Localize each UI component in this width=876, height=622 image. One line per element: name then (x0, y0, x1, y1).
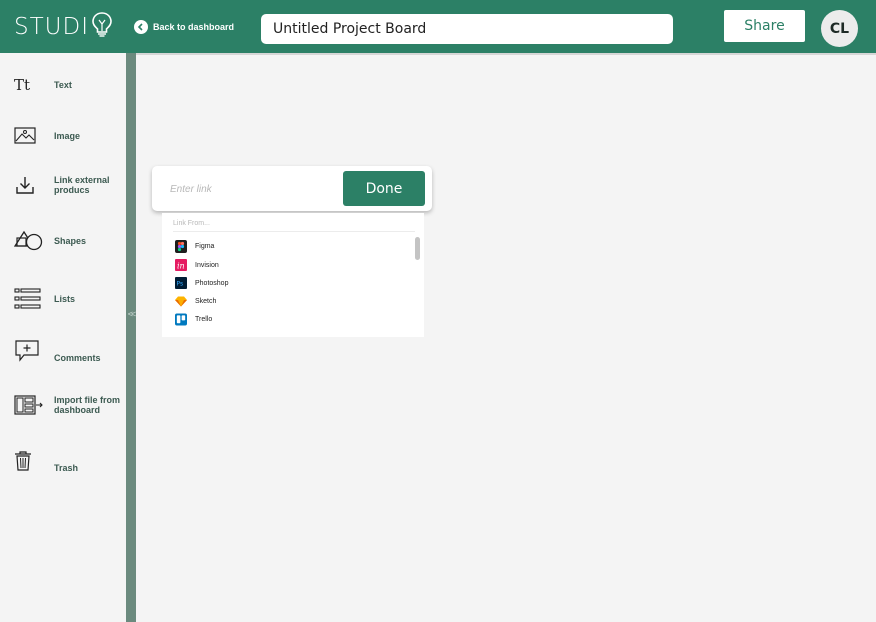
link-source-dropdown: Link From... Figma in Invision Ps Photos… (162, 213, 424, 337)
tool-comments[interactable]: Comments (14, 339, 124, 363)
dropdown-scrollbar[interactable] (415, 237, 420, 260)
text-icon: Tt (14, 76, 31, 94)
comment-icon (14, 339, 44, 363)
project-title-input[interactable] (261, 14, 673, 44)
tool-label: Link external producs (54, 175, 110, 195)
tool-link-external[interactable]: Link external producs (14, 173, 124, 197)
list-icon (14, 287, 44, 311)
link-option-sketch[interactable]: Sketch (175, 295, 216, 307)
tool-shapes[interactable]: Shapes (14, 229, 124, 253)
photoshop-icon: Ps (175, 277, 187, 289)
back-to-dashboard-link[interactable]: Back to dashboard (134, 20, 234, 34)
dropdown-header: Link From... (173, 220, 415, 232)
invision-icon: in (175, 259, 187, 271)
tool-import-file[interactable]: Import file from dashboard (14, 393, 124, 417)
import-icon (14, 393, 44, 417)
project-canvas[interactable] (136, 55, 876, 622)
tool-trash[interactable]: Trash (14, 449, 124, 473)
tool-label: Import file from dashboard (54, 395, 121, 415)
tool-text[interactable]: Tt Text (14, 73, 124, 97)
option-label: Figma (195, 242, 215, 250)
image-icon (14, 124, 44, 148)
collapse-sidebar-icon[interactable]: << (126, 309, 137, 319)
share-button[interactable]: Share (724, 10, 805, 42)
sidebar-divider[interactable] (126, 53, 136, 622)
tool-label: Comments (54, 353, 101, 363)
link-option-photoshop[interactable]: Ps Photoshop (175, 277, 228, 289)
tool-label: Image (54, 131, 81, 141)
top-bar: STUDI Back to dashboard Share CL (0, 0, 876, 55)
tool-label: Shapes (54, 236, 87, 246)
tool-image[interactable]: Image (14, 124, 124, 148)
tool-lists[interactable]: Lists (14, 287, 124, 311)
option-label: Trello (195, 315, 213, 323)
tool-label: Text (54, 80, 72, 90)
done-button[interactable]: Done (343, 171, 425, 206)
studio-logo[interactable]: STUDI (14, 12, 113, 42)
option-label: Sketch (195, 297, 217, 305)
trash-icon (14, 449, 44, 473)
download-icon (14, 173, 44, 197)
trello-icon (175, 313, 187, 325)
user-avatar[interactable]: CL (821, 10, 858, 47)
option-label: Invision (195, 261, 219, 269)
chevron-left-icon (134, 20, 148, 34)
shapes-icon (14, 229, 44, 253)
link-input[interactable] (170, 180, 320, 198)
lightbulb-icon (91, 11, 113, 43)
tool-label: Lists (54, 294, 76, 304)
figma-icon (175, 239, 187, 253)
tool-label: Trash (54, 463, 79, 473)
logo-text: STUDI (14, 14, 89, 40)
link-option-trello[interactable]: Trello (175, 313, 212, 325)
back-label: Back to dashboard (153, 22, 235, 32)
sketch-icon (175, 295, 187, 307)
tools-sidebar: Tt Text Image Link external producs Shap… (0, 53, 126, 622)
link-option-invision[interactable]: in Invision (175, 259, 219, 271)
link-input-bar: Done (152, 166, 432, 211)
svg-text:Ps: Ps (177, 281, 184, 288)
link-option-figma[interactable]: Figma (175, 239, 215, 253)
svg-text:in: in (177, 262, 185, 271)
option-label: Photoshop (195, 279, 229, 287)
